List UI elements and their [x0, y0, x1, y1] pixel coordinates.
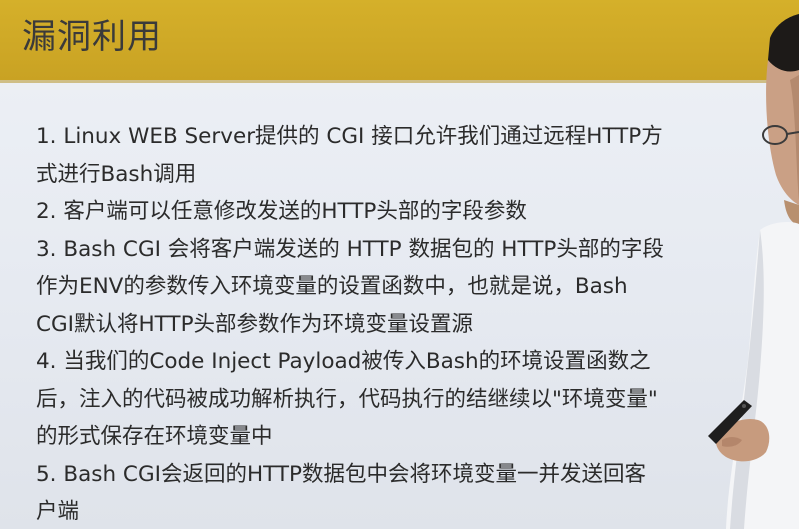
slide-line-9: 的形式保存在环境变量中	[36, 424, 273, 449]
slide-line-10: 5. Bash CGI会返回的HTTP数据包中会将环境变量一并发送回客	[36, 461, 646, 487]
slide-line-7: 4. 当我们的Code Inject Payload被传入Bash的环境设置函数…	[36, 349, 651, 374]
header-divider	[0, 80, 799, 83]
slide-line-2: 式进行Bash调用	[36, 161, 197, 187]
slide-line-4: 3. Bash CGI 会将客户端发送的 HTTP 数据包的 HTTP头部的字段	[36, 236, 664, 262]
slide-line-11: 户端	[36, 499, 80, 524]
video-frame: 漏洞利用 1. Linux WEB Server提供的 CGI 接口允许我们通过…	[0, 0, 799, 529]
slide-line-1: 1. Linux WEB Server提供的 CGI 接口允许我们通过远程HTT…	[36, 124, 663, 149]
slide-content: 1. Linux WEB Server提供的 CGI 接口允许我们通过远程HTT…	[36, 118, 796, 529]
slide-line-6: CGI默认将HTTP头部参数作为环境变量设置源	[36, 311, 474, 337]
slide-line-8: 后，注入的代码被成功解析执行，代码执行的结继续以"环境变量"	[36, 386, 658, 412]
slide-title: 漏洞利用	[22, 17, 162, 57]
slide-line-5: 作为ENV的参数传入环境变量的设置函数中，也就是说，Bash	[36, 274, 628, 299]
slide-line-3: 2. 客户端可以任意修改发送的HTTP头部的字段参数	[36, 199, 527, 224]
